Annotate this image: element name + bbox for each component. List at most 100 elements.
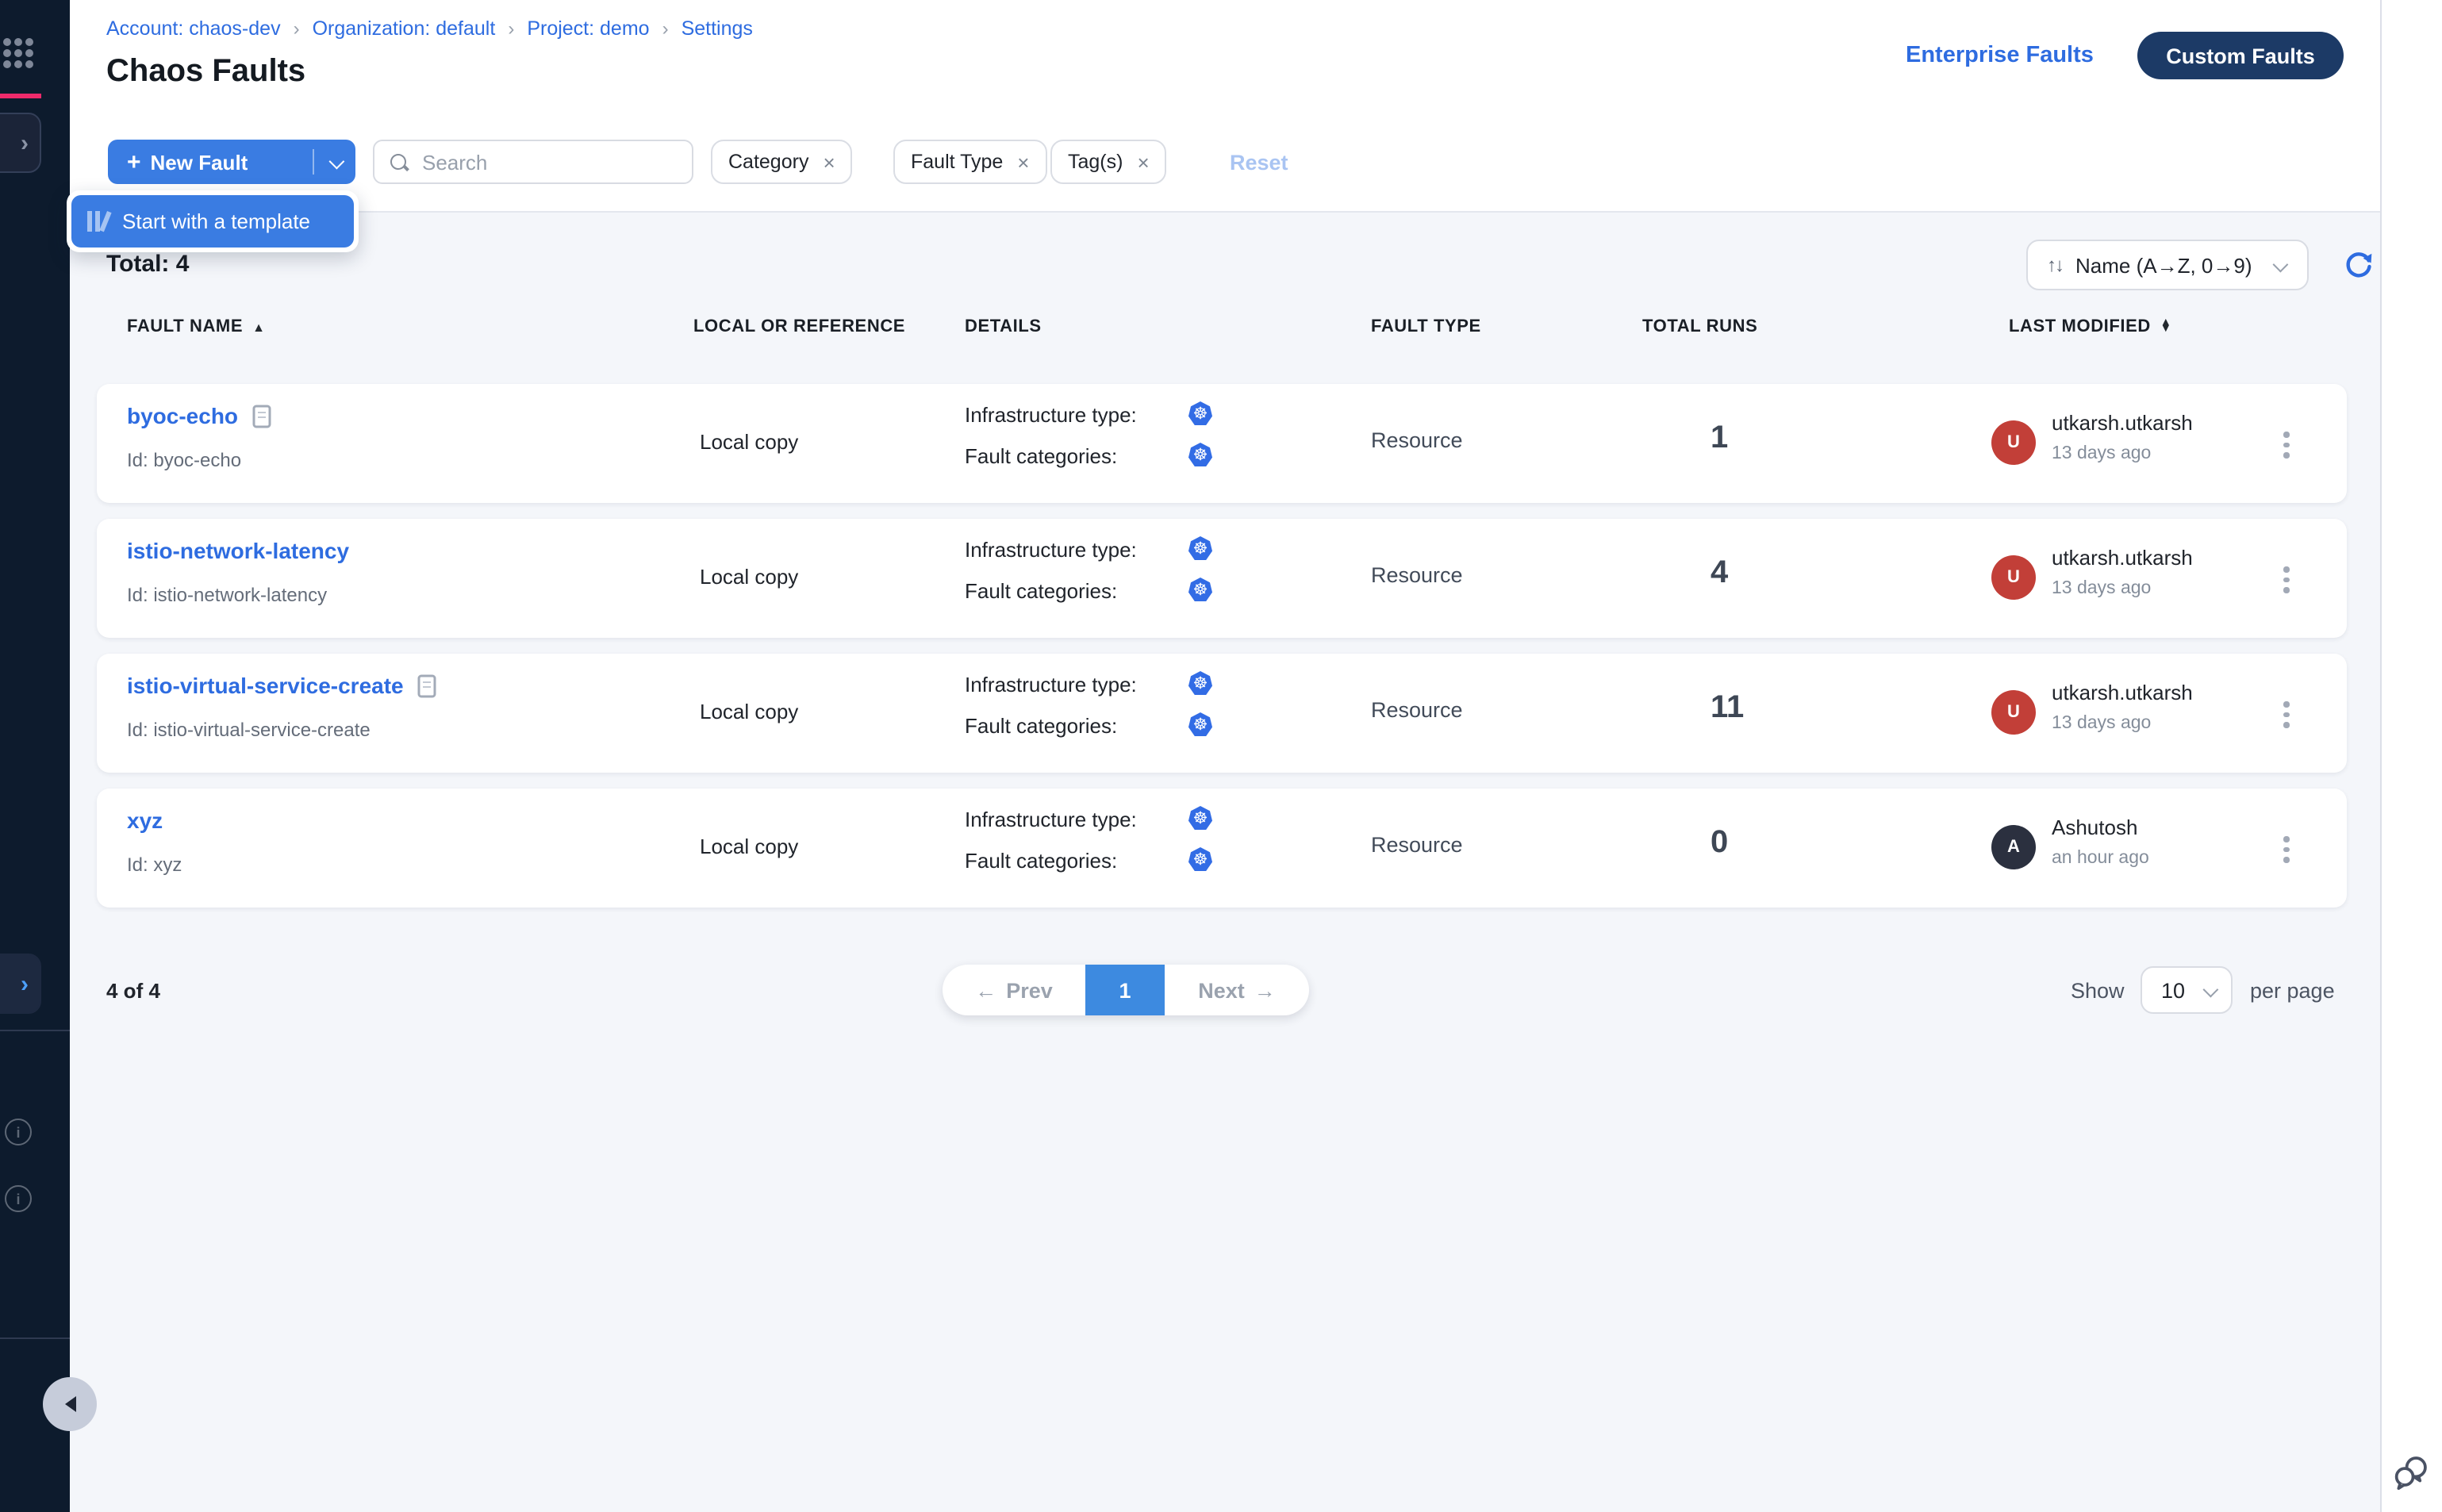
breadcrumb-project[interactable]: Project: demo: [527, 17, 649, 40]
column-header-fault-type: FAULT TYPE: [1371, 317, 1481, 336]
close-icon[interactable]: ×: [1017, 150, 1029, 174]
enterprise-faults-link[interactable]: Enterprise Faults: [1906, 43, 2094, 68]
current-page-button[interactable]: 1: [1085, 965, 1165, 1015]
kubernetes-icon: ☸: [1188, 712, 1212, 736]
start-with-template-item[interactable]: Start with a template: [71, 195, 354, 248]
sidebar-expand-button[interactable]: ›: [0, 113, 41, 173]
per-page-label: per page: [2250, 979, 2335, 1003]
local-or-reference-value: Local copy: [700, 835, 798, 858]
modified-time: 13 days ago: [2052, 444, 2151, 463]
row-menu-button[interactable]: [2277, 830, 2295, 869]
total-runs-value: 1: [1711, 420, 1728, 457]
kubernetes-icon: ☸: [1188, 536, 1212, 560]
fault-type-value: Resource: [1371, 833, 1463, 857]
close-icon[interactable]: ×: [823, 150, 835, 174]
row-menu-button[interactable]: [2277, 695, 2295, 734]
breadcrumb: Account: chaos-dev›Organization: default…: [106, 17, 753, 40]
avatar: A: [1991, 825, 2036, 869]
row-menu-button[interactable]: [2277, 425, 2295, 464]
column-header-last-modified[interactable]: LAST MODIFIED ▲▼: [2009, 317, 2171, 336]
local-or-reference-value: Local copy: [700, 700, 798, 723]
breadcrumb-settings[interactable]: Settings: [682, 17, 753, 40]
next-page-button[interactable]: Next →: [1165, 965, 1309, 1015]
page-title: Chaos Faults: [106, 54, 305, 90]
table-row[interactable]: byoc-echo Id: byoc-echo Local copy Infra…: [97, 384, 2347, 503]
right-gutter: [2380, 0, 2442, 1512]
total-runs-value: 11: [1711, 690, 1744, 727]
avatar: U: [1991, 555, 2036, 600]
app-grid-icon[interactable]: [3, 38, 33, 68]
fault-id: Id: istio-virtual-service-create: [127, 719, 371, 741]
sort-ascending-icon: ▲: [252, 320, 265, 334]
total-runs-value: 0: [1711, 825, 1728, 862]
manifest-doc-icon[interactable]: [252, 404, 271, 428]
breadcrumb-organization[interactable]: Organization: default: [313, 17, 496, 40]
sidebar-expand-bottom-button[interactable]: ›: [0, 954, 41, 1014]
prev-page-button[interactable]: ← Prev: [943, 965, 1085, 1015]
manifest-doc-icon[interactable]: [418, 673, 437, 697]
chat-support-icon[interactable]: [2391, 1453, 2431, 1501]
row-menu-button[interactable]: [2277, 560, 2295, 599]
kubernetes-icon: ☸: [1188, 671, 1212, 695]
main-content: Account: chaos-dev›Organization: default…: [70, 0, 2380, 1512]
show-label: Show: [2071, 979, 2125, 1003]
fault-name-link[interactable]: byoc-echo: [127, 403, 238, 428]
chevron-right-icon: ›: [21, 972, 29, 996]
total-count: Total: 4: [106, 251, 189, 278]
search-input[interactable]: [419, 148, 663, 175]
fault-type-value: Resource: [1371, 428, 1463, 452]
reset-filters-button[interactable]: Reset: [1230, 151, 1288, 175]
kubernetes-icon: ☸: [1188, 578, 1212, 601]
new-fault-dropdown-menu: Start with a template: [67, 190, 359, 252]
fault-type-value: Resource: [1371, 698, 1463, 722]
kubernetes-icon: ☸: [1188, 443, 1212, 466]
fault-categories-label: Fault categories:: [965, 714, 1117, 738]
info-icon[interactable]: i: [5, 1185, 32, 1212]
new-fault-dropdown-toggle[interactable]: [314, 156, 355, 167]
page-header: Account: chaos-dev›Organization: default…: [70, 0, 2380, 213]
infrastructure-type-label: Infrastructure type:: [965, 673, 1137, 697]
modified-time: an hour ago: [2052, 849, 2149, 868]
fault-name-link[interactable]: istio-network-latency: [127, 538, 349, 563]
infrastructure-type-label: Infrastructure type:: [965, 538, 1137, 562]
column-header-local-or-reference: LOCAL OR REFERENCE: [693, 317, 905, 336]
sort-arrows-icon: ↑↓: [2047, 254, 2063, 276]
arrow-left-icon: ←: [975, 978, 996, 1002]
sidebar-divider: [0, 1030, 70, 1031]
filter-chip-tags[interactable]: Tag(s)×: [1050, 140, 1167, 184]
arrow-right-icon: →: [1254, 978, 1276, 1002]
avatar: U: [1991, 690, 2036, 735]
fault-name-link[interactable]: xyz: [127, 808, 163, 833]
fault-name-link[interactable]: istio-virtual-service-create: [127, 673, 404, 698]
search-icon: [390, 154, 406, 170]
local-or-reference-value: Local copy: [700, 565, 798, 589]
table-row[interactable]: istio-network-latency Id: istio-network-…: [97, 519, 2347, 638]
fault-id: Id: xyz: [127, 854, 182, 876]
total-runs-value: 4: [1711, 555, 1728, 592]
custom-faults-button[interactable]: Custom Faults: [2137, 32, 2344, 79]
new-fault-button[interactable]: + New Fault: [108, 140, 355, 184]
modified-time: 13 days ago: [2052, 714, 2151, 733]
per-page-select[interactable]: 10: [2141, 966, 2233, 1014]
fault-id: Id: byoc-echo: [127, 449, 241, 471]
refresh-button[interactable]: [2344, 249, 2374, 287]
table-row[interactable]: xyz Id: xyz Local copy Infrastructure ty…: [97, 789, 2347, 908]
modified-by-user: utkarsh.utkarsh: [2052, 546, 2193, 570]
table-row[interactable]: istio-virtual-service-create Id: istio-v…: [97, 654, 2347, 773]
pagination: ← Prev 1 Next →: [943, 965, 1309, 1015]
modified-by-user: utkarsh.utkarsh: [2052, 681, 2193, 704]
kubernetes-icon: ☸: [1188, 847, 1212, 871]
filter-chip-category[interactable]: Category×: [711, 140, 853, 184]
sidebar-collapse-handle[interactable]: [43, 1377, 97, 1431]
modified-by-user: Ashutosh: [2052, 815, 2137, 839]
column-header-fault-name[interactable]: FAULT NAME▲: [127, 317, 266, 336]
result-count: 4 of 4: [106, 979, 160, 1003]
active-nav-indicator: [0, 94, 41, 98]
info-icon[interactable]: i: [5, 1119, 32, 1146]
filter-chip-fault-type[interactable]: Fault Type×: [893, 140, 1046, 184]
chaos-faults-page: › › i i Account: chaos-dev›Organization:…: [0, 0, 2442, 1512]
close-icon[interactable]: ×: [1137, 150, 1149, 174]
sort-select[interactable]: ↑↓ Name (A→Z, 0→9): [2026, 240, 2309, 290]
breadcrumb-account[interactable]: Account: chaos-dev: [106, 17, 281, 40]
fault-categories-label: Fault categories:: [965, 849, 1117, 873]
